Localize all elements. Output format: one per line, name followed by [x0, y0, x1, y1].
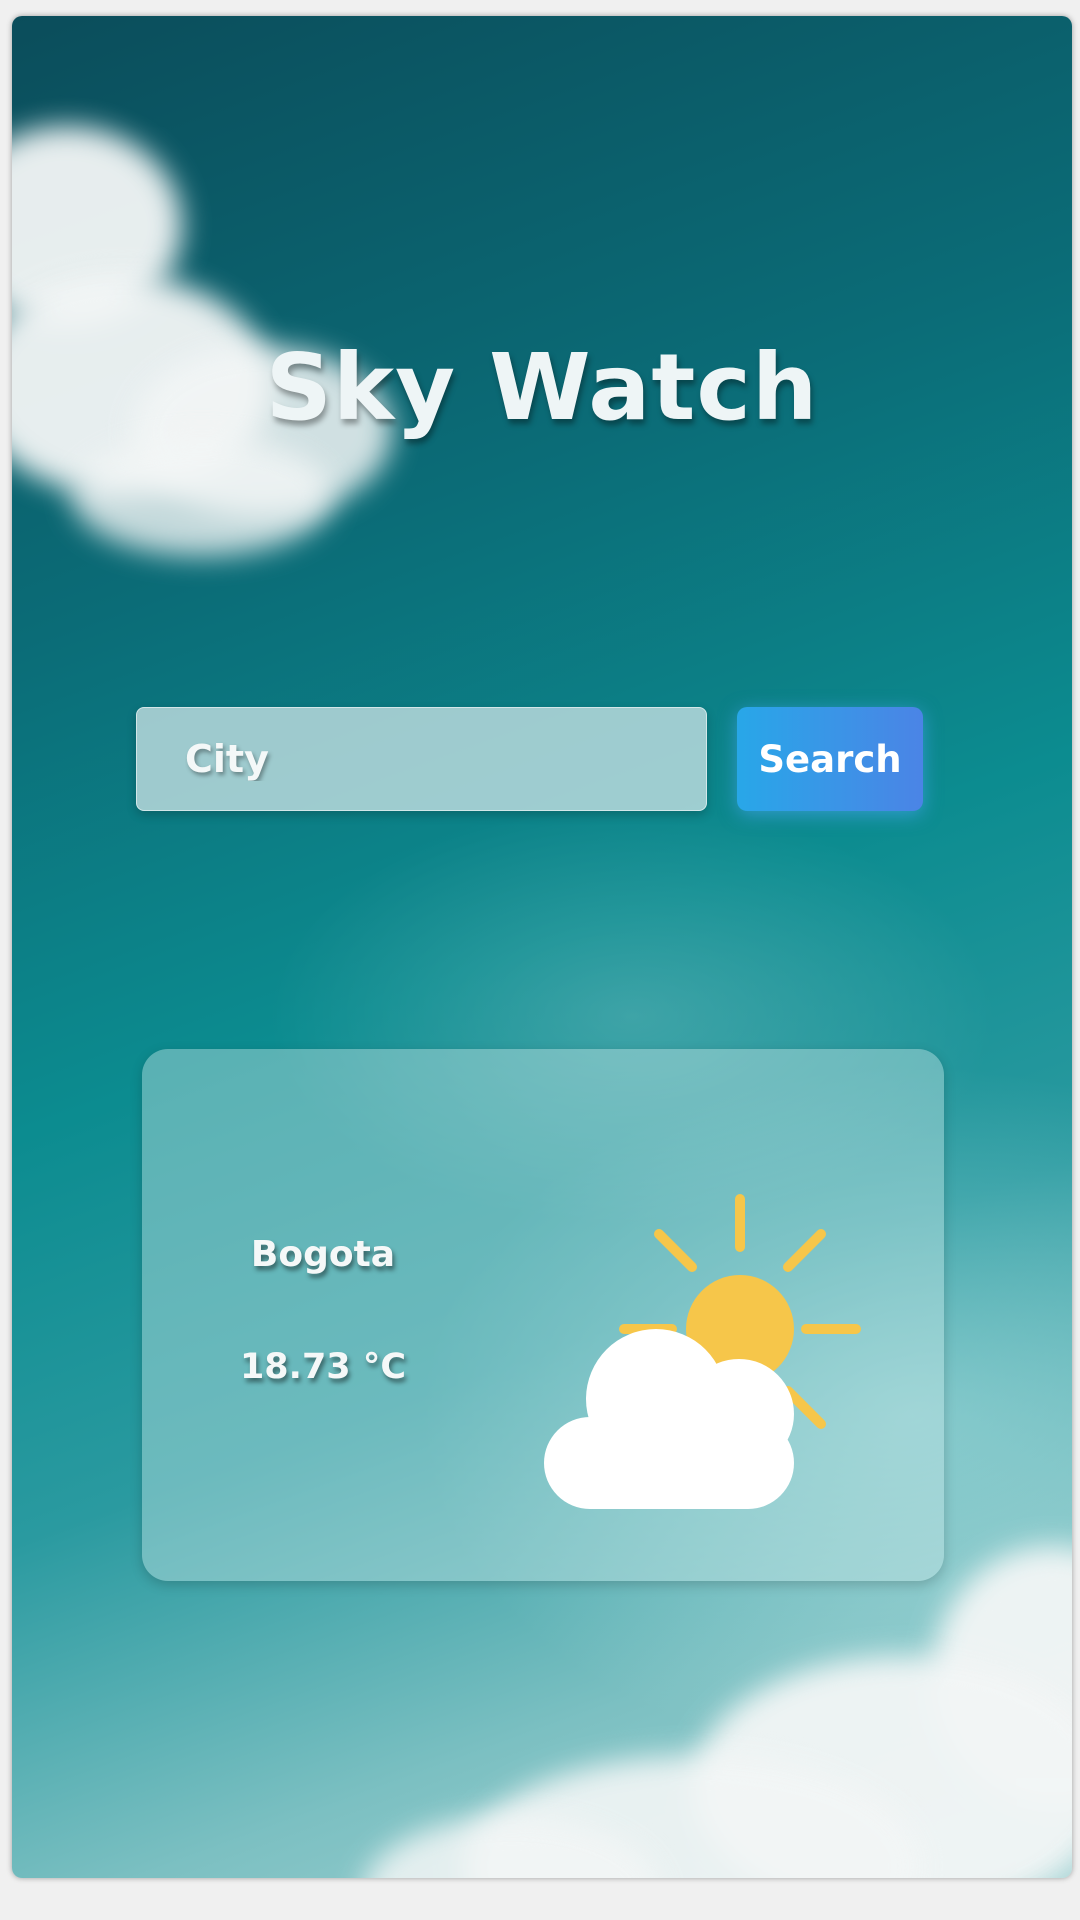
app-window: Sky Watch Search Bogota 18.73 °C: [12, 16, 1072, 1878]
search-bar: Search: [136, 707, 936, 811]
background-cloud-top-left: [72, 436, 332, 556]
city-name: Bogota: [250, 1234, 396, 1275]
weather-card: Bogota 18.73 °C: [142, 1049, 944, 1581]
city-search-input[interactable]: [136, 707, 707, 811]
partly-cloudy-icon: [544, 1194, 861, 1509]
search-button[interactable]: Search: [737, 707, 923, 811]
app-title: Sky Watch: [265, 334, 819, 441]
temperature-value: 18.73 °C: [239, 1347, 407, 1387]
